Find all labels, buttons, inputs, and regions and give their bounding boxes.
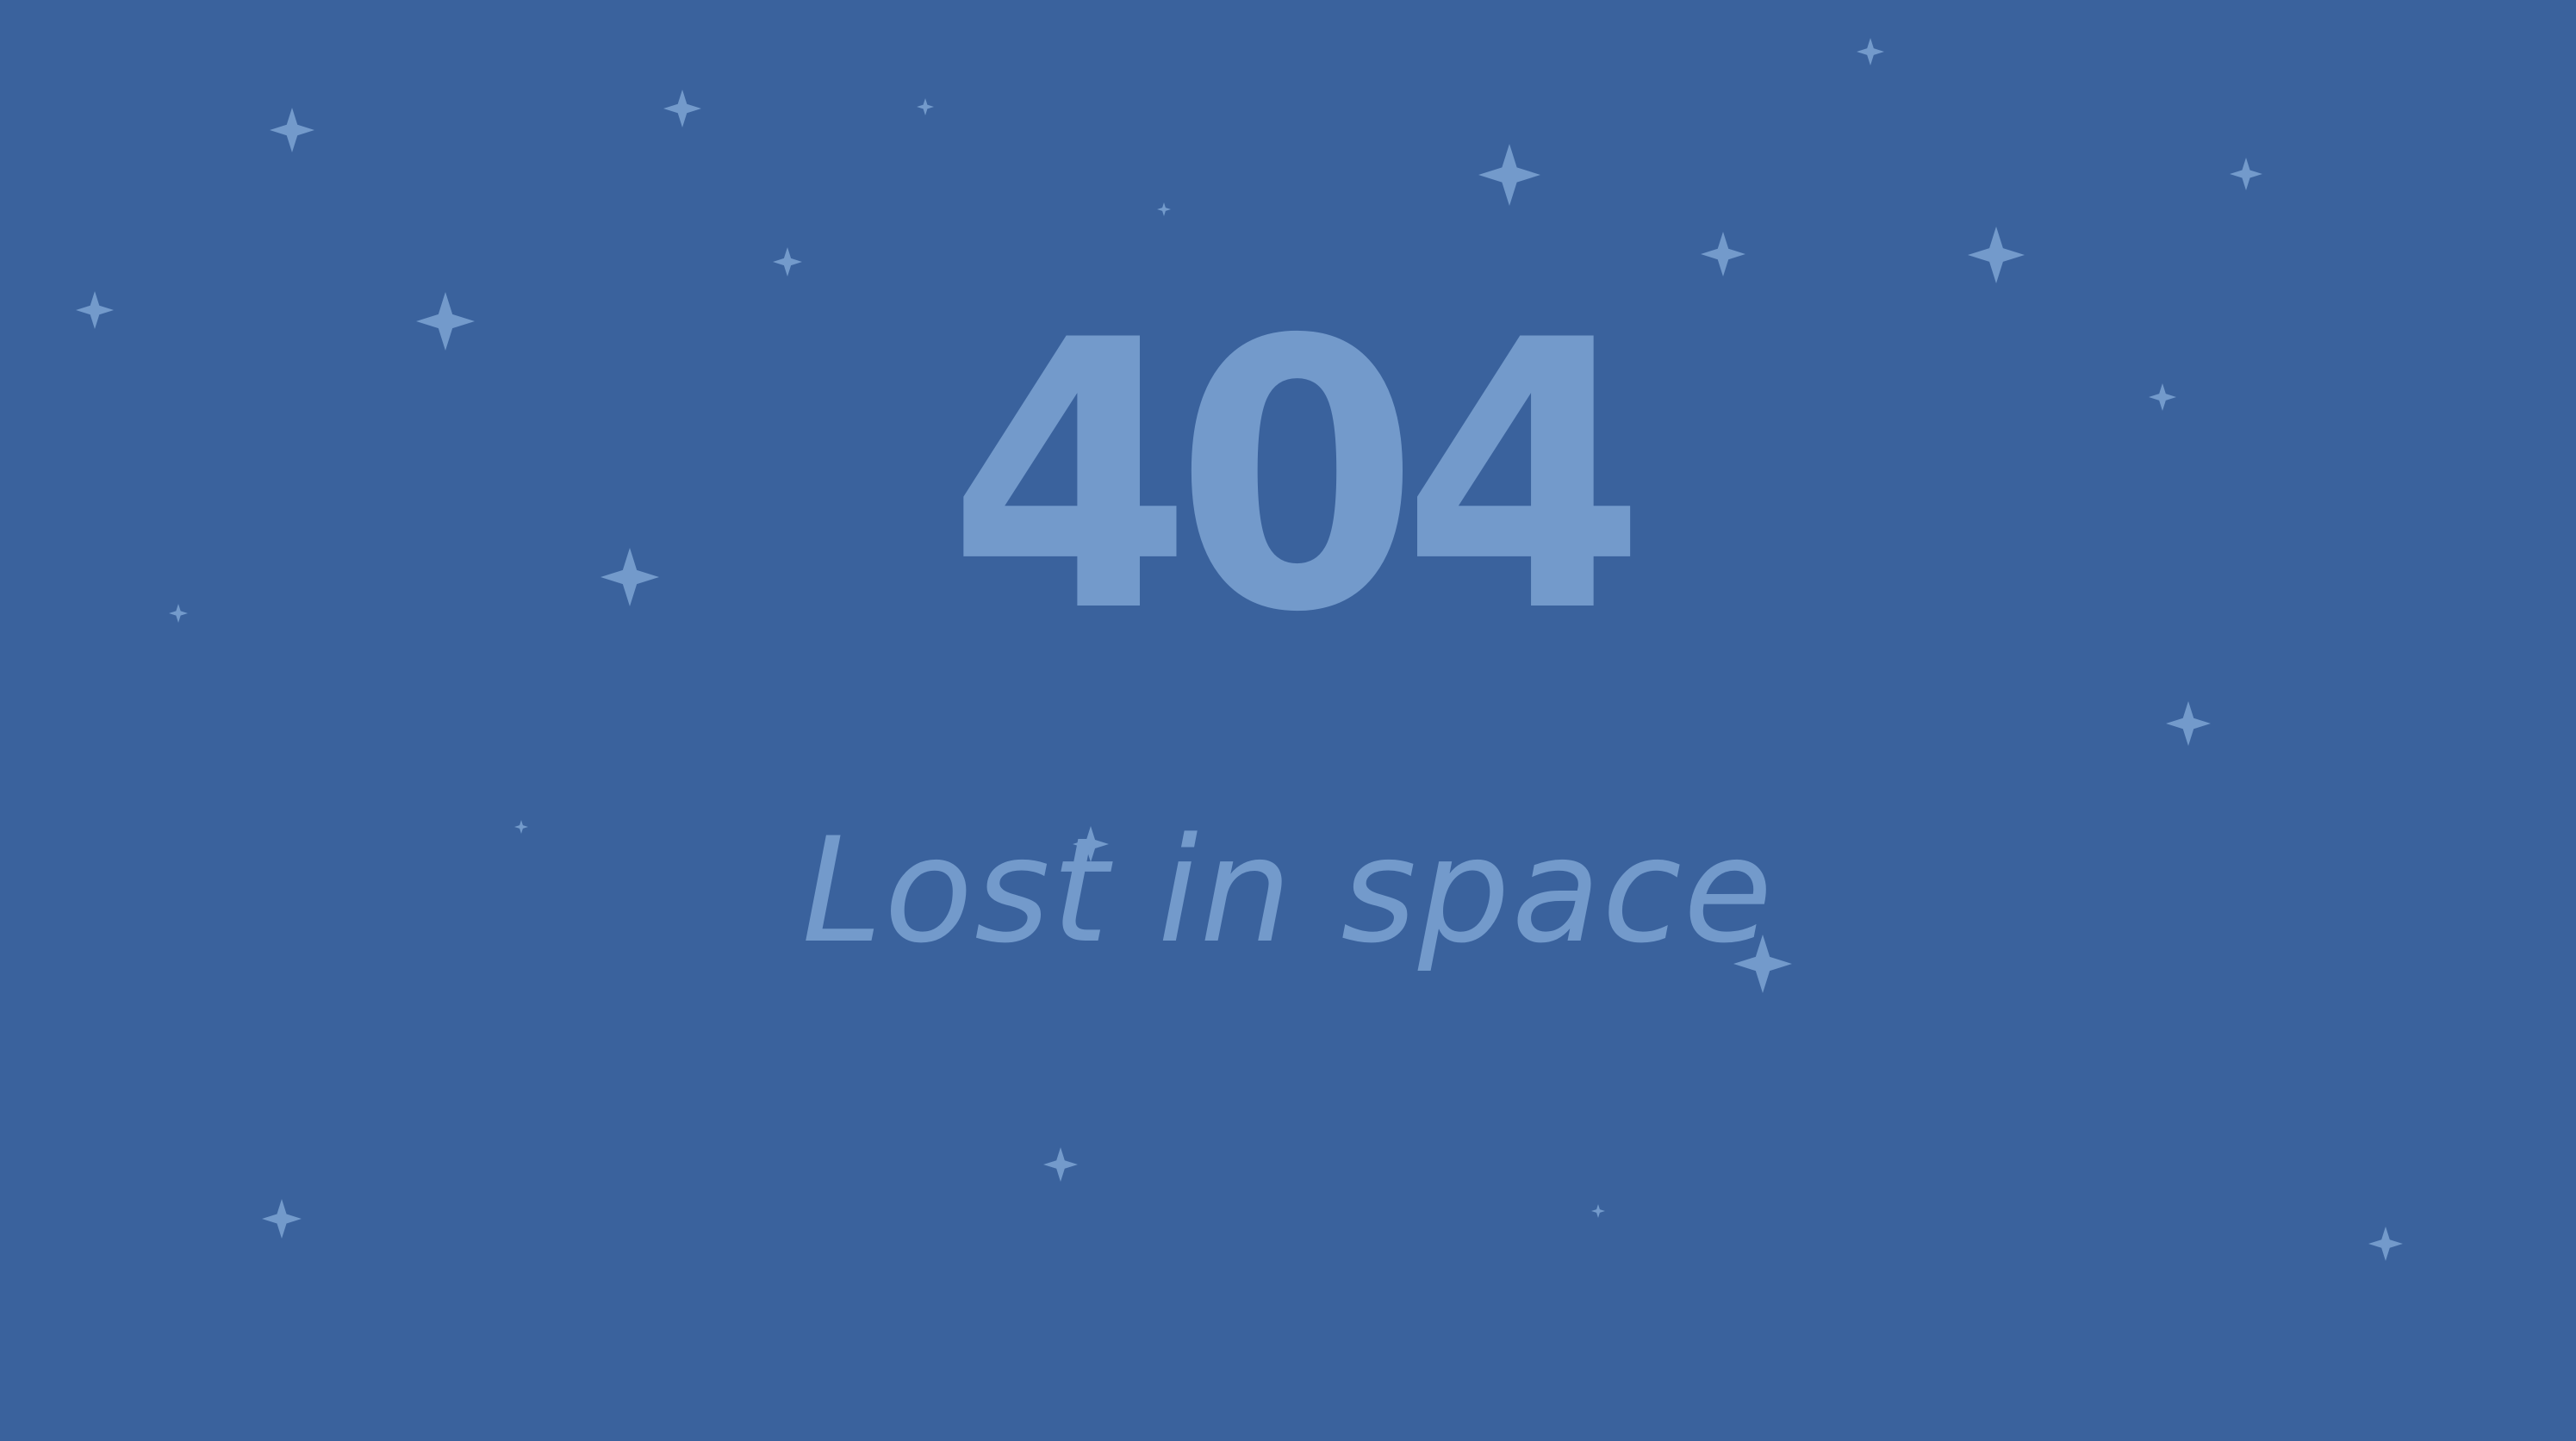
sparkle-star-icon [1857,38,1884,65]
sparkle-star-icon [1157,202,1171,216]
sparkle-star-icon [663,90,701,127]
starfield [76,38,2403,1261]
sparkle-star-icon [917,98,934,115]
sparkle-star-icon [773,247,802,276]
sparkle-star-icon [1591,1204,1605,1218]
sparkle-star-icon [1478,144,1540,206]
sparkle-star-icon [270,108,314,152]
error-message: Lost in space [801,806,1775,975]
sparkle-star-icon [1701,232,1745,276]
sparkle-star-icon [2230,158,2262,190]
sparkle-star-icon [2368,1227,2403,1261]
sparkle-star-icon [1043,1147,1078,1182]
sparkle-star-icon [262,1199,302,1239]
sparkle-star-icon [1968,227,2025,283]
error-code: 404 [947,263,1646,693]
sparkle-star-icon [2166,701,2211,746]
